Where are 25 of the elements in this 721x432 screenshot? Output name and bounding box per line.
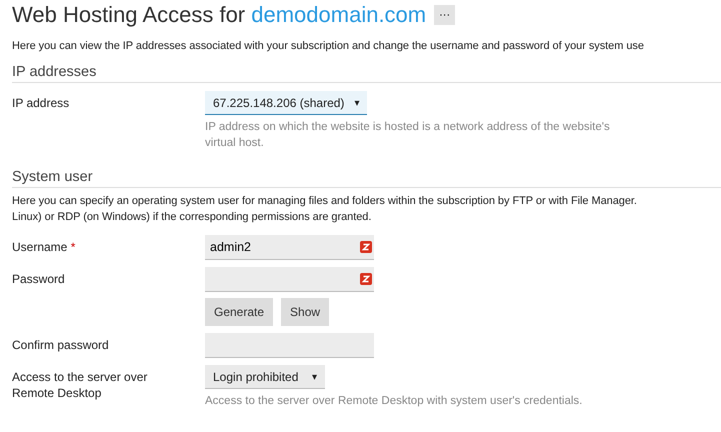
generate-button[interactable]: Generate bbox=[205, 298, 274, 326]
access-select[interactable]: Login prohibited ▾ bbox=[205, 365, 325, 389]
input-text[interactable]: admin2 bbox=[210, 240, 340, 254]
section-heading: IP addresses bbox=[12, 60, 721, 83]
field-label: Confirm password bbox=[12, 337, 110, 354]
description-text: Linux) or RDP (on Windows) if the corresponding permissions are granted. bbox=[12, 210, 372, 225]
caret-icon: ▾ bbox=[312, 370, 317, 382]
input-field[interactable] bbox=[205, 267, 374, 292]
field-label: Password bbox=[12, 271, 66, 288]
hint-text: IP address on which the website is hosted is a network address of the website's virtual host. bbox=[205, 120, 611, 151]
field-label: IP address bbox=[12, 95, 70, 112]
caret-icon: ▾ bbox=[354, 96, 360, 108]
hint-text: Access to the server over Remote Desktop with system user's credentials. bbox=[205, 394, 582, 409]
ip-select[interactable]: 67.225.148.206 (shared) ▾ bbox=[205, 91, 368, 115]
more-button[interactable]: ··· bbox=[434, 5, 456, 25]
field-label: Username * bbox=[12, 239, 76, 256]
section-heading: System user bbox=[12, 165, 721, 188]
input-field[interactable]: admin2 bbox=[205, 235, 374, 260]
intro-text: Here you can view the IP addresses associated with your subscription and change the username and password of your system use bbox=[12, 39, 645, 54]
page-title: Web Hosting Access for demodomain.com bbox=[12, 2, 426, 28]
input-field[interactable] bbox=[205, 333, 374, 358]
field-label: Access to the server over Remote Desktop bbox=[12, 369, 148, 402]
show-button[interactable]: Show bbox=[281, 298, 330, 326]
required-mark: * bbox=[70, 240, 76, 254]
description-text: Here you can specify an operating system user for managing files and folders within the subscription by FTP or with File Manager. bbox=[12, 194, 638, 209]
